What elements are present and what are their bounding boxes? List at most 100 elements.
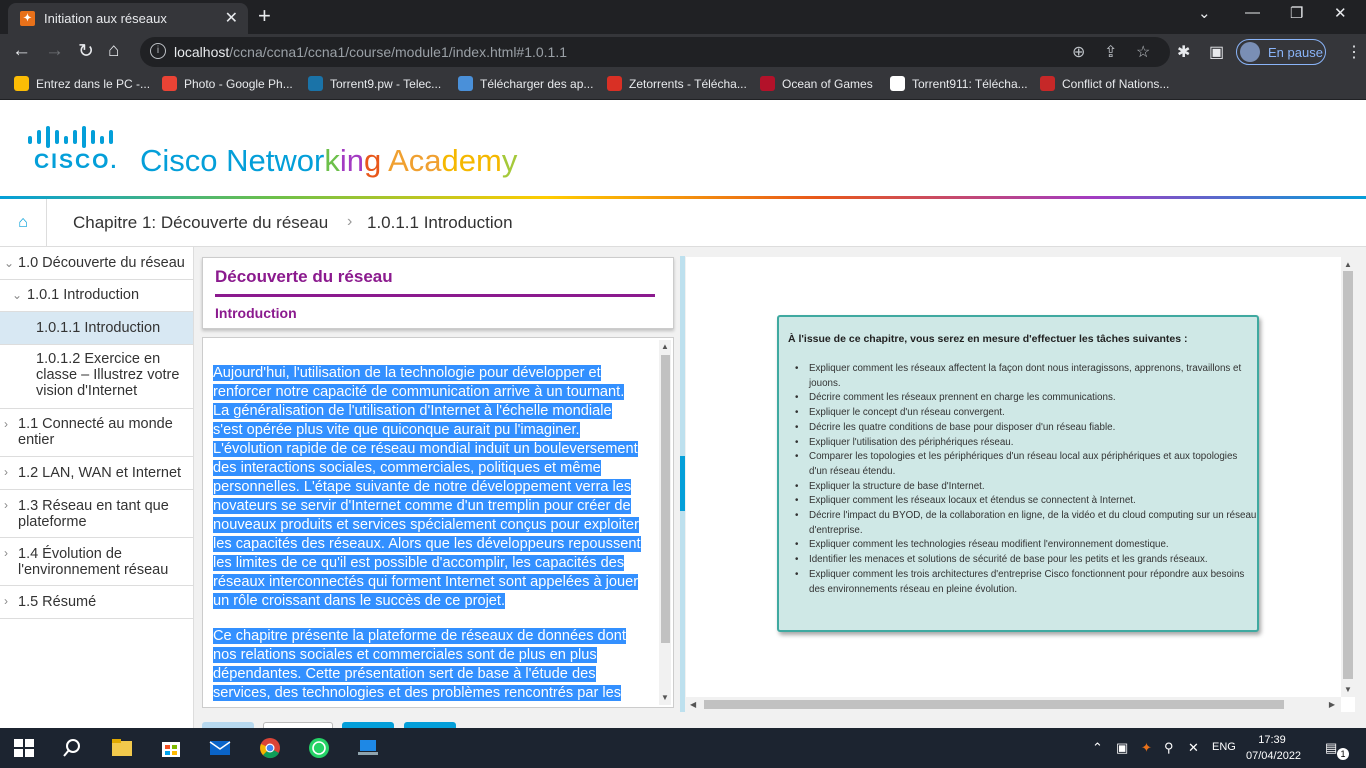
tab-search-chevron-icon[interactable]: ⌄ — [1198, 4, 1211, 22]
bookmark-label: Conflict of Nations... — [1062, 77, 1170, 91]
scroll-right-icon[interactable]: ▶ — [1329, 700, 1335, 709]
address-bar[interactable]: i localhost/ccna/ccna1/ccna1/course/modu… — [140, 37, 1170, 67]
minimize-icon[interactable]: — — [1245, 4, 1260, 21]
clock-date: 07/04/2022 — [1246, 750, 1302, 762]
share-icon[interactable]: ⇪ — [1104, 42, 1117, 62]
sidebar-item-1-0-1-1[interactable]: 1.0.1.1 Introduction — [0, 312, 193, 345]
chevron-right-icon: › — [4, 498, 8, 512]
panel-resize-divider[interactable] — [680, 256, 685, 712]
chevron-down-icon: ⌄ — [12, 288, 23, 302]
windows-start-icon[interactable] — [12, 736, 36, 760]
scrollbar-thumb[interactable] — [661, 355, 670, 643]
zetorrents-icon — [607, 76, 622, 91]
text-line: Aujourd'hui, l'utilisation de la technol… — [213, 365, 601, 381]
objective-item: Expliquer le concept d'un réseau converg… — [791, 406, 1257, 421]
text-line: novateurs se servir d'Internet comme d'u… — [213, 498, 631, 514]
scrollbar-thumb[interactable] — [1343, 271, 1353, 679]
resize-handle[interactable] — [680, 456, 685, 511]
browser-tab[interactable]: ✦ Initiation aux réseaux ✕ — [8, 3, 248, 34]
objective-item: Décrire comment les réseaux prennent en … — [791, 391, 1257, 406]
tab-close-icon[interactable]: ✕ — [225, 8, 238, 28]
scroll-down-icon[interactable]: ▼ — [1344, 685, 1352, 694]
sidebar-item-1-0-1-2[interactable]: 1.0.1.2 Exercice en classe – Illustrez v… — [0, 345, 193, 409]
mail-icon[interactable] — [208, 736, 232, 760]
scrollbar-thumb[interactable] — [704, 700, 1284, 709]
notifications-icon[interactable]: ▤ — [1325, 740, 1337, 756]
text-panel-scrollbar[interactable]: ▲ ▼ — [659, 340, 671, 705]
chevron-right-icon: › — [4, 465, 8, 479]
scroll-left-icon[interactable]: ◀ — [690, 700, 696, 709]
scroll-down-icon[interactable]: ▼ — [661, 693, 669, 702]
bookmark-item[interactable]: Télécharger des ap... — [458, 76, 593, 91]
url-host: localhost — [174, 44, 230, 60]
whatsapp-icon[interactable] — [307, 736, 331, 760]
academy-title-part: dem — [441, 143, 502, 178]
menu-icon[interactable]: ⋮ — [1346, 42, 1362, 62]
home-icon[interactable]: ⌂ — [108, 40, 119, 62]
bookmark-item[interactable]: Torrent911: Télécha... — [890, 76, 1028, 91]
objective-item: Expliquer comment les réseaux locaux et … — [791, 494, 1257, 509]
breadcrumb-chapter[interactable]: Chapitre 1: Découverte du réseau — [73, 213, 328, 233]
microsoft-store-icon[interactable] — [159, 736, 183, 760]
chevron-right-icon: › — [4, 417, 8, 431]
system-clock[interactable]: 17:39 07/04/2022 — [1246, 732, 1302, 764]
bookmark-item[interactable]: Entrez dans le PC -... — [14, 76, 150, 91]
search-icon[interactable] — [60, 736, 84, 760]
bookmark-label: Entrez dans le PC -... — [36, 77, 151, 91]
avatar — [1240, 42, 1260, 62]
sidebar-item-1-3[interactable]: › 1.3 Réseau en tant que plateforme — [0, 490, 193, 538]
chevron-down-icon: ⌄ — [4, 256, 15, 270]
sidebar-item-1-1[interactable]: › 1.1 Connecté au monde entier — [0, 409, 193, 457]
scroll-up-icon[interactable]: ▲ — [661, 342, 669, 351]
xampp-tray-icon[interactable]: ✦ — [1141, 740, 1152, 756]
home-icon[interactable]: ⌂ — [0, 199, 47, 246]
objective-item: Comparer les topologies et les périphéri… — [791, 450, 1257, 479]
show-hidden-icons-icon[interactable]: ⌃ — [1092, 740, 1103, 756]
security-icon[interactable]: ▣ — [1116, 740, 1128, 756]
bookmark-item[interactable]: Photo - Google Ph... — [162, 76, 293, 91]
bookmark-item[interactable]: Zetorrents - Télécha... — [607, 76, 747, 91]
text-line: les limites de ce qu'il est possible d'a… — [213, 555, 625, 571]
text-panel[interactable]: Aujourd'hui, l'utilisation de la technol… — [202, 337, 674, 708]
tab-title: Initiation aux réseaux — [44, 11, 167, 26]
media-panel-horizontal-scrollbar[interactable]: ◀ ▶ — [686, 697, 1341, 712]
volume-muted-icon[interactable]: ✕ — [1188, 740, 1199, 756]
packet-tracer-icon[interactable] — [356, 736, 380, 760]
maximize-icon[interactable]: ❐ — [1290, 4, 1303, 22]
objective-item: Identifier les menaces et solutions de s… — [791, 553, 1257, 568]
bookmarks-bar: Entrez dans le PC -... Photo - Google Ph.… — [0, 70, 1366, 100]
side-panel-icon[interactable]: ▣ — [1209, 42, 1224, 62]
extensions-icon[interactable]: ✱ — [1177, 42, 1190, 62]
sidebar-item-1-2[interactable]: › 1.2 LAN, WAN et Internet — [0, 457, 193, 490]
bookmark-label: Photo - Google Ph... — [184, 77, 293, 91]
forward-icon[interactable]: → — [45, 40, 64, 62]
sidebar-item-1-0-1[interactable]: ⌄ 1.0.1 Introduction — [0, 280, 193, 312]
new-tab-icon[interactable]: + — [258, 3, 271, 29]
reload-icon[interactable]: ↻ — [78, 40, 94, 63]
file-explorer-icon[interactable] — [110, 736, 134, 760]
language-indicator[interactable]: ENG — [1212, 741, 1236, 753]
site-info-icon[interactable]: i — [150, 43, 166, 59]
zoom-icon[interactable]: ⊕ — [1072, 42, 1085, 62]
chrome-icon[interactable] — [258, 736, 282, 760]
sidebar-item-1-0[interactable]: ⌄ 1.0 Découverte du réseau — [0, 247, 193, 280]
academy-title-part: Cisco Networ — [140, 143, 325, 178]
media-panel-vertical-scrollbar[interactable]: ▲ ▼ — [1341, 257, 1355, 697]
bookmark-item[interactable]: Conflict of Nations... — [1040, 76, 1169, 91]
back-icon[interactable]: ← — [12, 40, 31, 62]
academy-title-part: y — [501, 143, 518, 178]
intro-paragraph-1: Aujourd'hui, l'utilisation de la technol… — [213, 364, 653, 611]
profile-button[interactable]: En pause — [1236, 39, 1326, 65]
bookmark-star-icon[interactable]: ☆ — [1136, 42, 1150, 62]
scroll-up-icon[interactable]: ▲ — [1344, 260, 1352, 269]
objective-item: Expliquer comment les réseaux affectent … — [791, 362, 1257, 391]
close-window-icon[interactable]: ✕ — [1334, 4, 1347, 22]
intro-paragraph-2: Ce chapitre présente la plateforme de ré… — [213, 627, 653, 703]
sidebar-item-1-5[interactable]: › 1.5 Résumé — [0, 586, 193, 619]
objectives-box: À l'issue de ce chapitre, vous serez en … — [777, 315, 1259, 632]
bookmark-item[interactable]: Ocean of Games — [760, 76, 873, 91]
sidebar-item-1-4[interactable]: › 1.4 Évolution de l'environnement résea… — [0, 538, 193, 586]
page-subtitle: Introduction — [215, 305, 297, 321]
bookmark-item[interactable]: Torrent9.pw - Telec... — [308, 76, 441, 91]
network-icon[interactable]: ⚲ — [1164, 740, 1174, 756]
